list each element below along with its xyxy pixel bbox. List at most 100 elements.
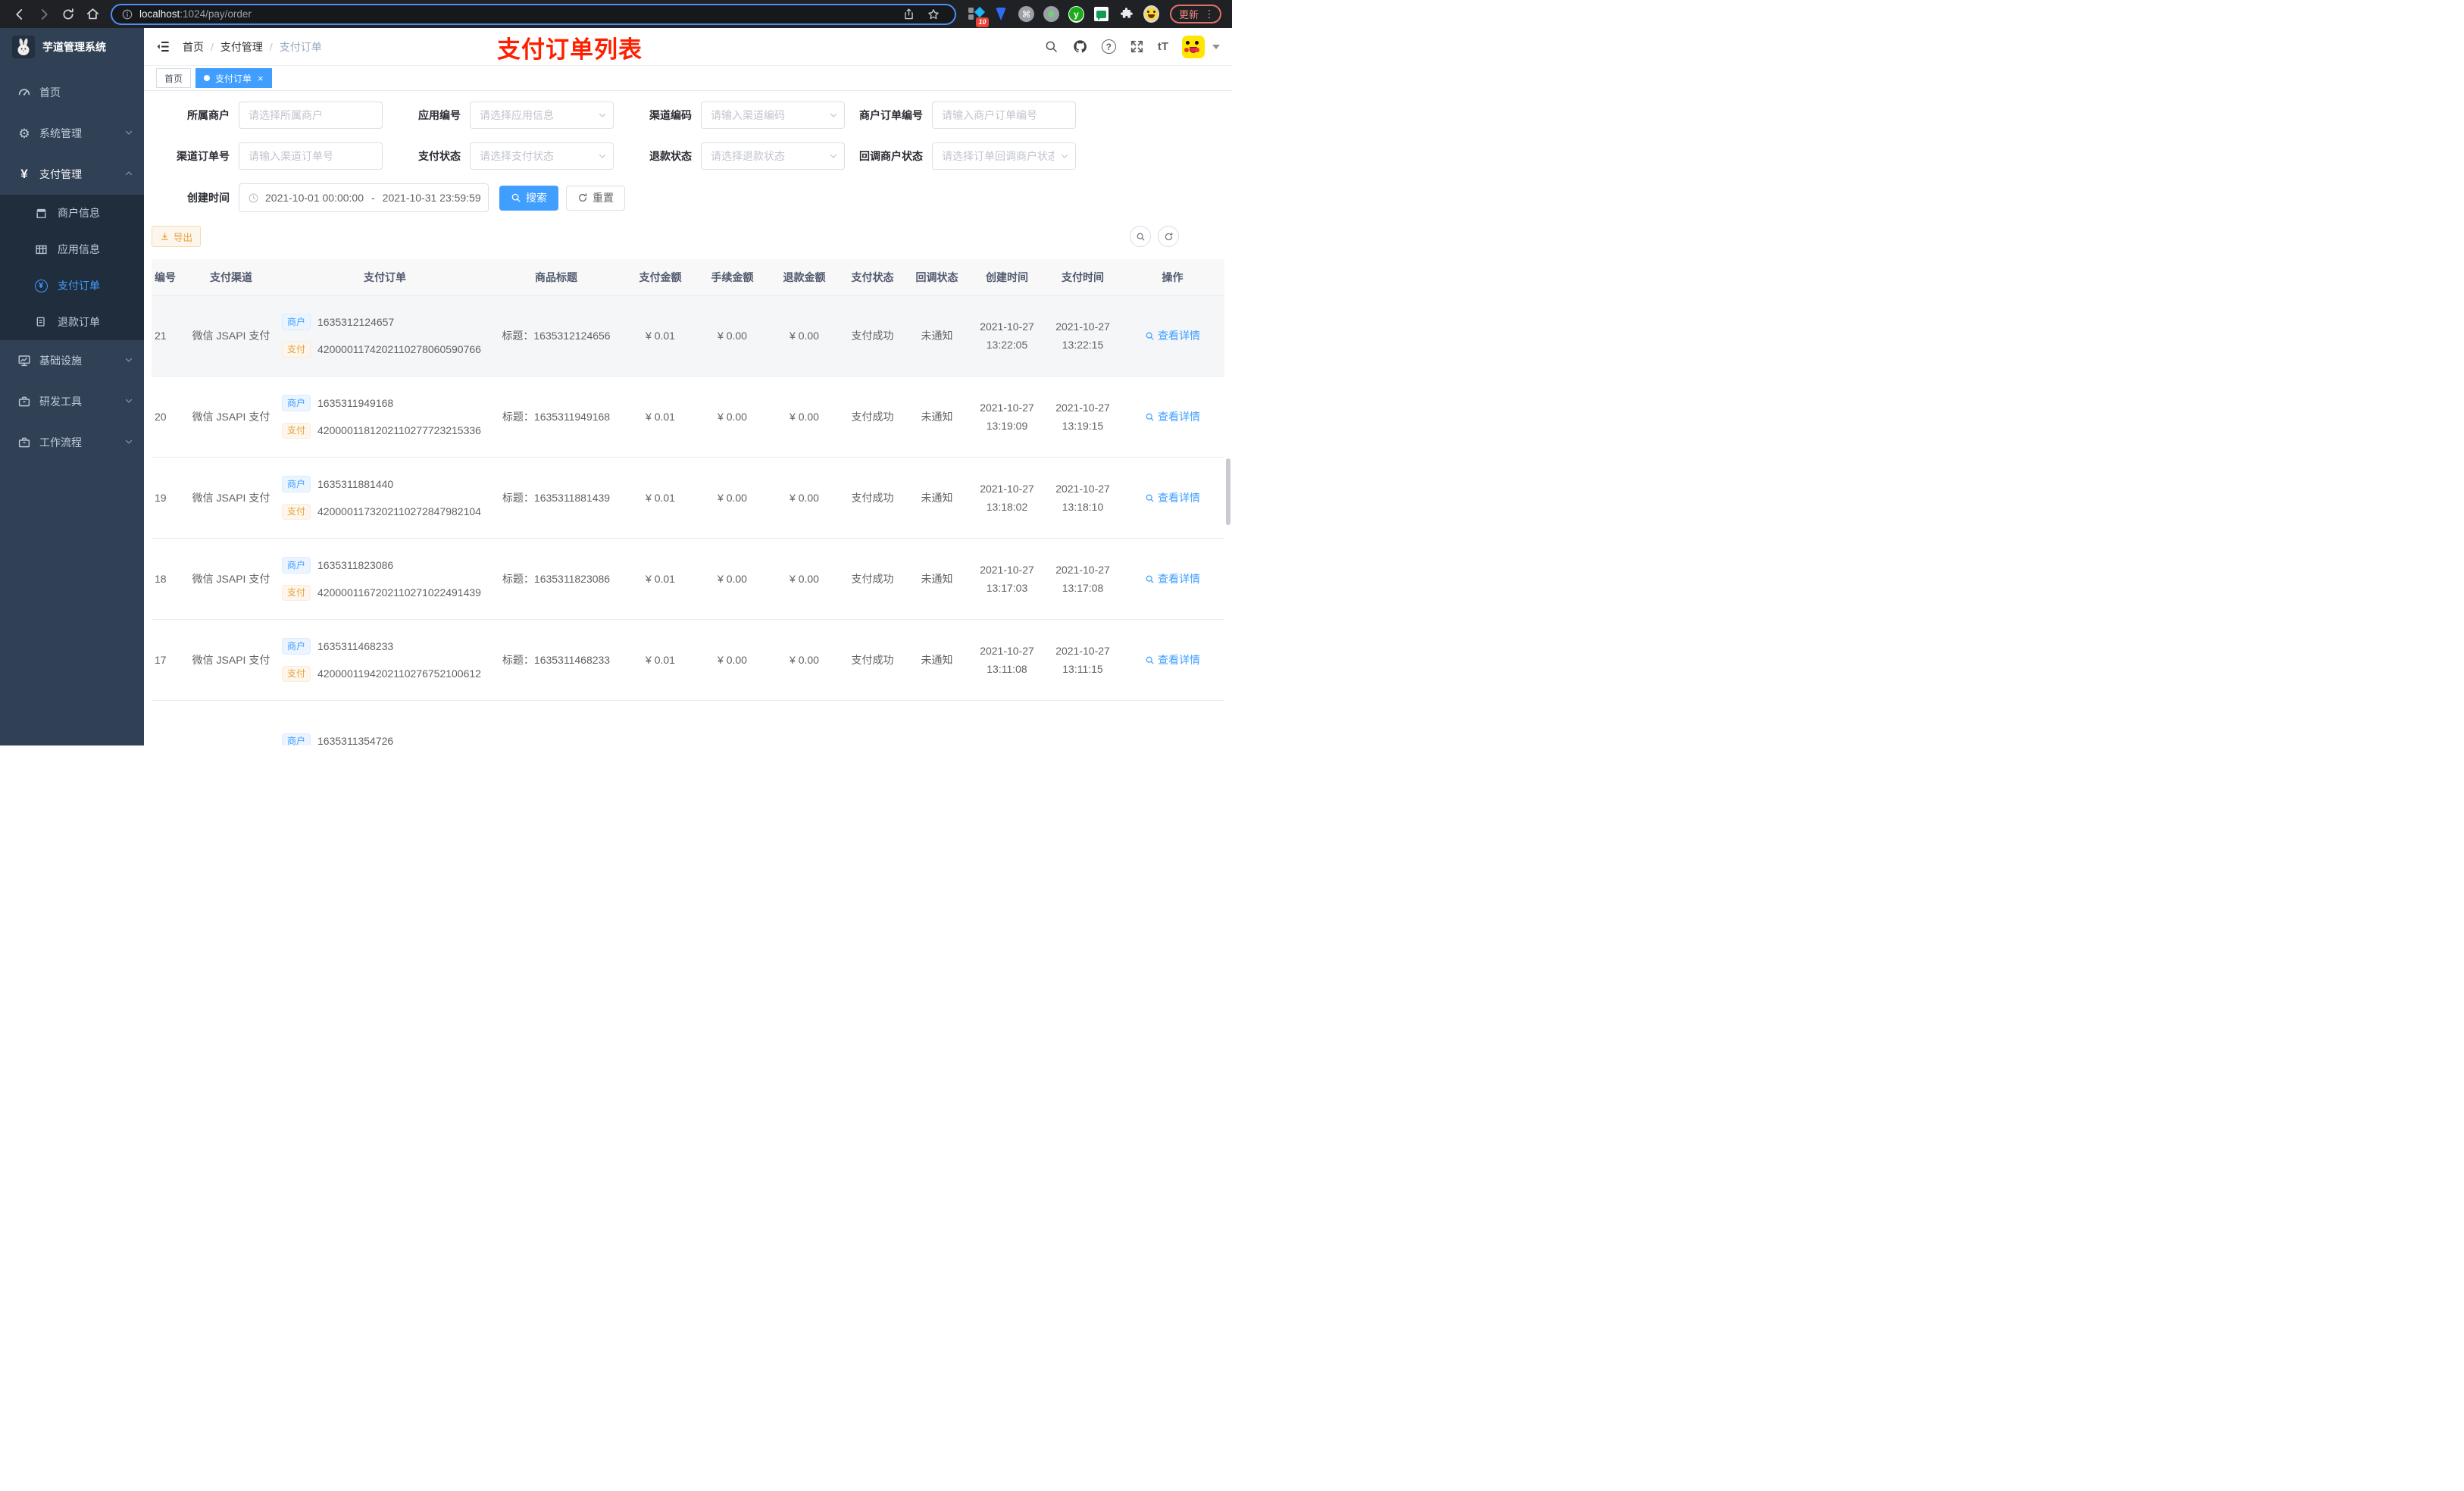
toolbox-icon (17, 395, 32, 408)
bookmark-star-icon[interactable] (926, 7, 941, 22)
help-icon[interactable]: ? (1101, 39, 1116, 54)
cell-fee: ¥ 0.00 (718, 492, 747, 504)
reset-button[interactable]: 重置 (566, 185, 625, 211)
view-detail-link[interactable]: 查看详情 (1145, 328, 1200, 343)
cell-notify: 未通知 (921, 492, 953, 504)
tab-close-icon[interactable]: × (258, 73, 264, 83)
browser-menu-icon[interactable]: ⋮ (1204, 8, 1215, 20)
cell-refund: ¥ 0.00 (790, 654, 819, 666)
reload-icon[interactable] (61, 7, 76, 22)
cell-amount: ¥ 0.01 (646, 573, 675, 585)
pay-status-select[interactable] (470, 142, 614, 170)
fullscreen-icon[interactable] (1130, 39, 1144, 54)
sidebar-item-pay-order[interactable]: ¥ 支付订单 (0, 267, 144, 304)
extension-chat-icon[interactable] (1093, 6, 1109, 22)
app: 芋道管理系统 首页 ⚙ 系统管理 ¥ 支付管理 商户信息 应用信息 ¥ 支付订单… (0, 28, 1232, 746)
pay-order-table: 编号 支付渠道 支付订单 商品标题 支付金额 手续金额 退款金额 支付状态 回调… (152, 259, 1224, 746)
sidebar-item-payment[interactable]: ¥ 支付管理 (0, 154, 144, 195)
extension-kite-icon[interactable] (993, 6, 1009, 22)
cell-id: 19 (155, 492, 167, 504)
date-separator: - (371, 192, 375, 204)
sidebar-logo-row: 芋道管理系统 (0, 28, 144, 66)
back-icon[interactable] (12, 7, 27, 22)
sidebar-item-label: 基础设施 (39, 355, 82, 367)
sidebar-item-label: 应用信息 (58, 243, 100, 255)
search-icon[interactable] (1044, 39, 1058, 54)
breadcrumb-pay-manage[interactable]: 支付管理 (220, 39, 263, 55)
date-range-input[interactable]: 2021-10-01 00:00:00 - 2021-10-31 23:59:5… (239, 183, 489, 212)
app-id-select[interactable] (470, 102, 614, 129)
share-icon[interactable] (902, 7, 917, 22)
tab-home[interactable]: 首页 (156, 68, 192, 88)
info-icon[interactable] (121, 8, 133, 20)
sidebar-item-dev-tools[interactable]: 研发工具 (0, 381, 144, 422)
cell-pay-time: 2021-10-27 13:19:15 (1055, 402, 1110, 432)
filter-row-1: 所属商户 应用编号 渠道编码 (152, 102, 1224, 129)
channel-code-select[interactable] (701, 102, 845, 129)
extension-y-icon[interactable]: y (1068, 5, 1084, 23)
extensions-puzzle-icon[interactable] (1118, 6, 1134, 22)
scrollbar-thumb[interactable] (1226, 458, 1230, 525)
filter-row-3: 创建时间 2021-10-01 00:00:00 - 2021-10-31 23… (152, 183, 1224, 212)
notify-status-select[interactable] (932, 142, 1076, 170)
sidebar-item-app-info[interactable]: 应用信息 (0, 231, 144, 267)
cell-fee: ¥ 0.00 (718, 411, 747, 423)
cell-status: 支付成功 (851, 492, 894, 504)
filter-label: 商户订单编号 (859, 109, 923, 121)
page-annotation: 支付订单列表 (497, 36, 643, 63)
sidebar: 芋道管理系统 首页 ⚙ 系统管理 ¥ 支付管理 商户信息 应用信息 ¥ 支付订单… (0, 28, 144, 746)
channel-order-no-input[interactable] (239, 142, 383, 170)
filter-label: 支付状态 (418, 150, 461, 162)
view-detail-link[interactable]: 查看详情 (1145, 571, 1200, 586)
home-icon[interactable] (85, 7, 100, 22)
breadcrumb-separator: / (269, 40, 273, 53)
chevron-down-icon (124, 355, 133, 367)
font-size-icon[interactable]: tT (1158, 40, 1168, 53)
cell-pay-time: 2021-10-27 13:11:15 (1055, 645, 1110, 675)
filter-channel-order-no: 渠道订单号 (152, 142, 383, 170)
merchant-input[interactable] (239, 102, 383, 129)
refresh-button[interactable] (1158, 226, 1179, 247)
merchant-order-no-input[interactable] (932, 102, 1076, 129)
profile-avatar-icon[interactable] (1143, 5, 1159, 23)
sidebar-item-refund-order[interactable]: 退款订单 (0, 304, 144, 340)
cell-title: 标题：1635311881439 (502, 492, 611, 504)
sidebar-toggle-icon[interactable] (156, 39, 170, 54)
dashboard-icon (17, 86, 32, 99)
cell-create-time: 2021-10-27 13:19:09 (980, 402, 1034, 432)
sidebar-item-system[interactable]: ⚙ 系统管理 (0, 113, 144, 154)
refund-status-select[interactable] (701, 142, 845, 170)
cell-amount: ¥ 0.01 (646, 330, 675, 342)
user-avatar[interactable] (1182, 35, 1205, 58)
sidebar-item-infrastructure[interactable]: 基础设施 (0, 340, 144, 381)
sidebar-item-merchant-info[interactable]: 商户信息 (0, 195, 144, 231)
breadcrumb-home[interactable]: 首页 (183, 39, 204, 55)
address-bar[interactable]: localhost:1024/pay/order (111, 3, 956, 25)
chevron-down-icon (124, 127, 133, 139)
extension-command-icon[interactable]: ⌘ (1018, 6, 1034, 22)
toolbar-row: 导出 (152, 223, 1224, 250)
export-button[interactable]: 导出 (152, 226, 202, 247)
filter-label: 回调商户状态 (859, 150, 923, 162)
filter-app-id: 应用编号 (383, 102, 614, 129)
view-detail-link[interactable]: 查看详情 (1145, 490, 1200, 505)
sidebar-item-workflow[interactable]: 工作流程 (0, 422, 144, 463)
extension-diamond-icon[interactable]: 10 (968, 6, 989, 27)
view-detail-link[interactable]: 查看详情 (1145, 409, 1200, 424)
cell-refund: ¥ 0.00 (790, 411, 819, 423)
toggle-search-button[interactable] (1130, 226, 1151, 247)
extension-record-icon[interactable] (1043, 6, 1059, 22)
cell-status: 支付成功 (851, 411, 894, 423)
github-icon[interactable] (1072, 39, 1088, 55)
caret-down-icon[interactable] (1212, 44, 1220, 49)
cell-order: 商户 1635312124657 支付 4200001174202110278060… (276, 314, 488, 358)
cell-channel: 微信 JSAPI 支付 (192, 654, 270, 666)
filter-refund-status: 退款状态 (614, 142, 845, 170)
tab-pay-order[interactable]: 支付订单 × (195, 68, 272, 88)
update-button[interactable]: 更新 ⋮ (1169, 5, 1221, 23)
search-button[interactable]: 搜索 (499, 185, 558, 211)
sidebar-item-home[interactable]: 首页 (0, 72, 144, 113)
filter-row-2: 渠道订单号 支付状态 退款状态 (152, 142, 1224, 170)
view-detail-link[interactable]: 查看详情 (1145, 652, 1200, 667)
forward-icon[interactable] (36, 7, 52, 22)
